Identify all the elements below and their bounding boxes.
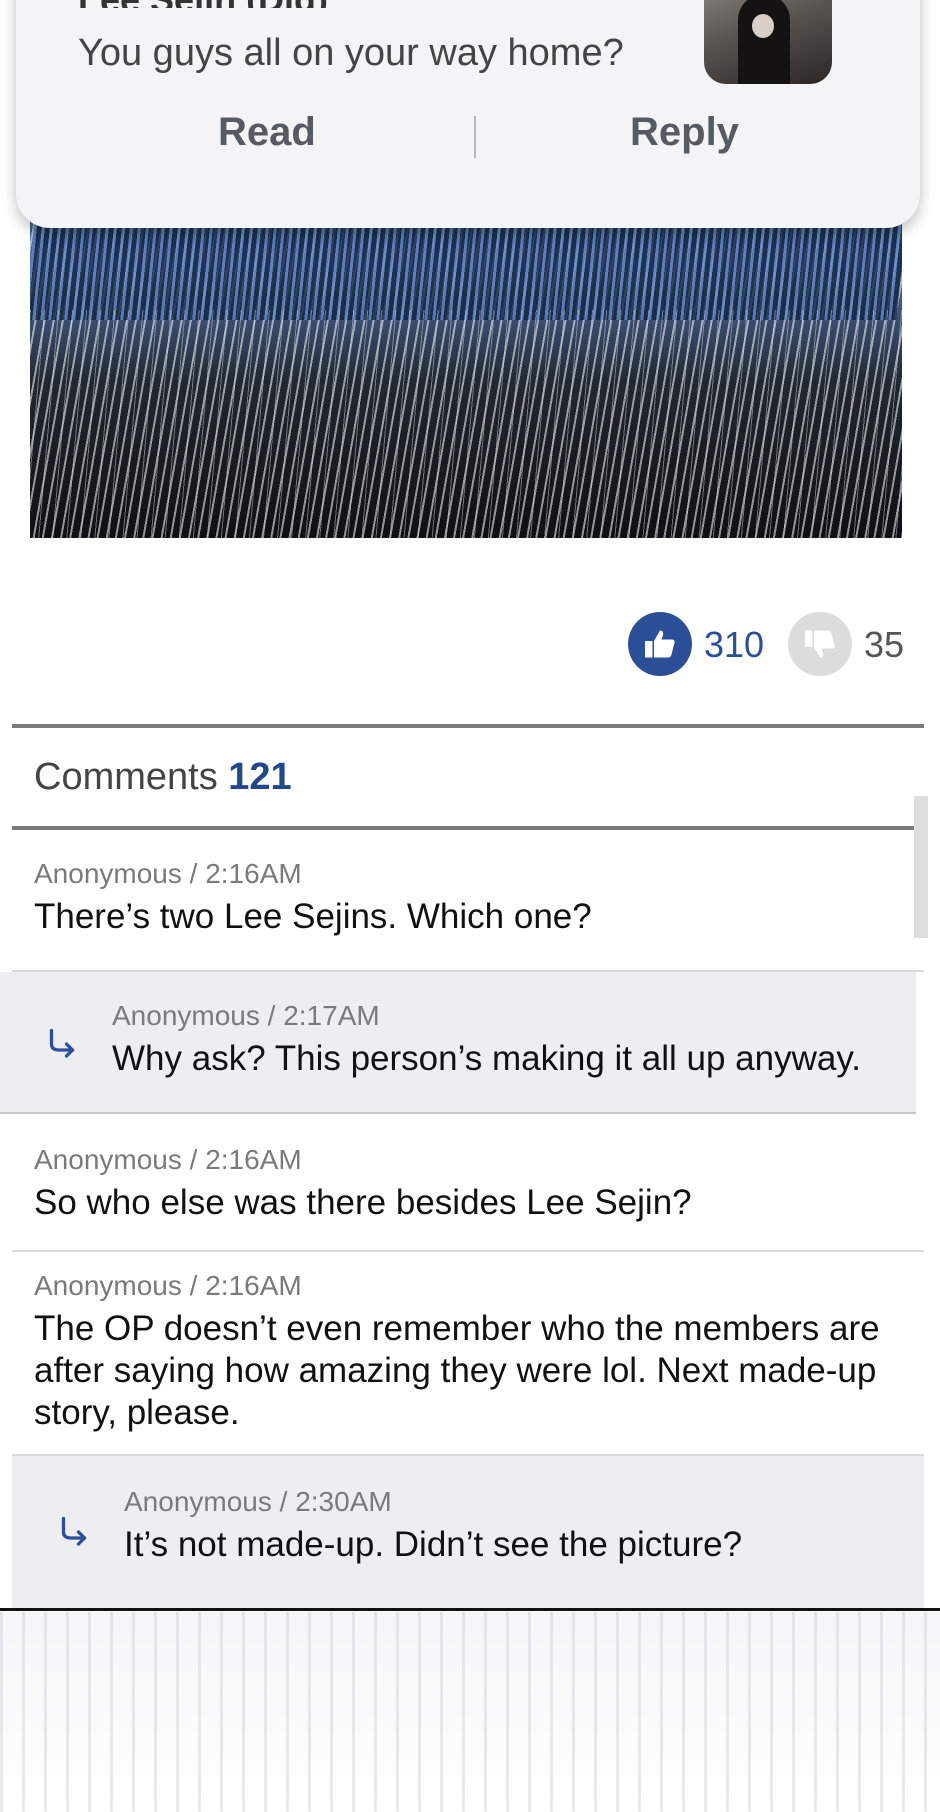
comments-header: Comments 121 (34, 756, 292, 799)
panel-border (0, 1608, 940, 1611)
comment-item[interactable]: Anonymous / 2:16AM There’s two Lee Sejin… (12, 830, 924, 970)
read-button[interactable]: Read (218, 110, 316, 155)
comment-meta: Anonymous / 2:16AM (34, 1144, 302, 1175)
comment-text: So who else was there besides Lee Sejin? (34, 1183, 692, 1222)
notification-sender: Lee Sejin (Dig) (78, 0, 438, 8)
notification-actions: Read Reply (16, 110, 920, 170)
notification-message: You guys all on your way home? (78, 32, 624, 74)
reply-arrow-icon (56, 1514, 92, 1555)
section-divider (12, 724, 924, 728)
vote-bar: 310 35 (628, 612, 918, 678)
comment-text: The OP doesn’t even remember who the mem… (34, 1309, 880, 1432)
thumbs-down-icon[interactable] (788, 612, 852, 676)
reply-button[interactable]: Reply (630, 110, 739, 155)
post-image[interactable] (30, 190, 902, 538)
reply-text: Why ask? This person’s making it all up … (112, 1039, 861, 1078)
comments-count: 121 (228, 756, 292, 798)
thumbs-up-icon[interactable] (628, 612, 692, 676)
reply-meta: Anonymous / 2:17AM (112, 1000, 380, 1031)
reply-text: It’s not made-up. Didn’t see the picture… (124, 1525, 743, 1564)
comment-item[interactable]: Anonymous / 2:16AM So who else was there… (12, 1114, 924, 1250)
reply-item[interactable]: Anonymous / 2:17AM Why ask? This person’… (0, 972, 916, 1112)
comment-meta: Anonymous / 2:16AM (34, 1270, 302, 1301)
like-count: 310 (704, 624, 765, 665)
comment-meta: Anonymous / 2:16AM (34, 858, 302, 889)
dislike-count: 35 (864, 624, 905, 665)
reply-item[interactable]: Anonymous / 2:30AM It’s not made-up. Did… (12, 1456, 924, 1608)
background-art (0, 1612, 940, 1812)
action-divider (474, 116, 476, 158)
reply-meta: Anonymous / 2:30AM (124, 1486, 392, 1517)
message-notification[interactable]: Lee Sejin (Dig) You guys all on your way… (16, 0, 920, 228)
comment-item[interactable]: Anonymous / 2:16AM The OP doesn’t even r… (12, 1252, 924, 1454)
comments-label: Comments (34, 756, 218, 798)
sender-avatar (704, 0, 832, 84)
comment-text: There’s two Lee Sejins. Which one? (34, 897, 592, 936)
reply-arrow-icon (44, 1026, 80, 1067)
